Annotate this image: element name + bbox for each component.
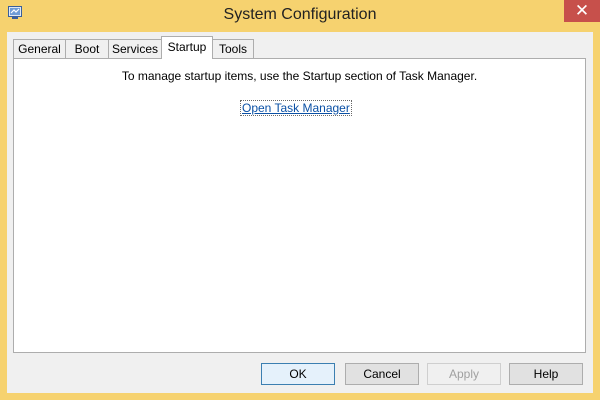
tab-general[interactable]: General bbox=[13, 39, 66, 58]
open-task-manager-link[interactable]: Open Task Manager bbox=[240, 100, 352, 116]
ok-button[interactable]: OK bbox=[261, 363, 335, 385]
help-button[interactable]: Help bbox=[509, 363, 583, 385]
tab-tools[interactable]: Tools bbox=[212, 39, 254, 58]
window-title: System Configuration bbox=[223, 6, 377, 23]
close-button[interactable]: ✕ bbox=[564, 0, 600, 22]
system-configuration-window: System Configuration ✕ General Boot Serv… bbox=[0, 0, 600, 400]
dialog-client-area: General Boot Services Startup Tools To m… bbox=[7, 32, 593, 393]
close-icon: ✕ bbox=[574, 1, 590, 21]
startup-message: To manage startup items, use the Startup… bbox=[121, 69, 478, 83]
startup-tab-panel: To manage startup items, use the Startup… bbox=[13, 58, 586, 353]
apply-button: Apply bbox=[427, 363, 501, 385]
title-bar[interactable]: System Configuration ✕ bbox=[0, 0, 600, 32]
tab-boot[interactable]: Boot bbox=[65, 39, 109, 58]
tab-startup[interactable]: Startup bbox=[161, 36, 213, 59]
tab-services[interactable]: Services bbox=[108, 39, 162, 58]
cancel-button[interactable]: Cancel bbox=[345, 363, 419, 385]
